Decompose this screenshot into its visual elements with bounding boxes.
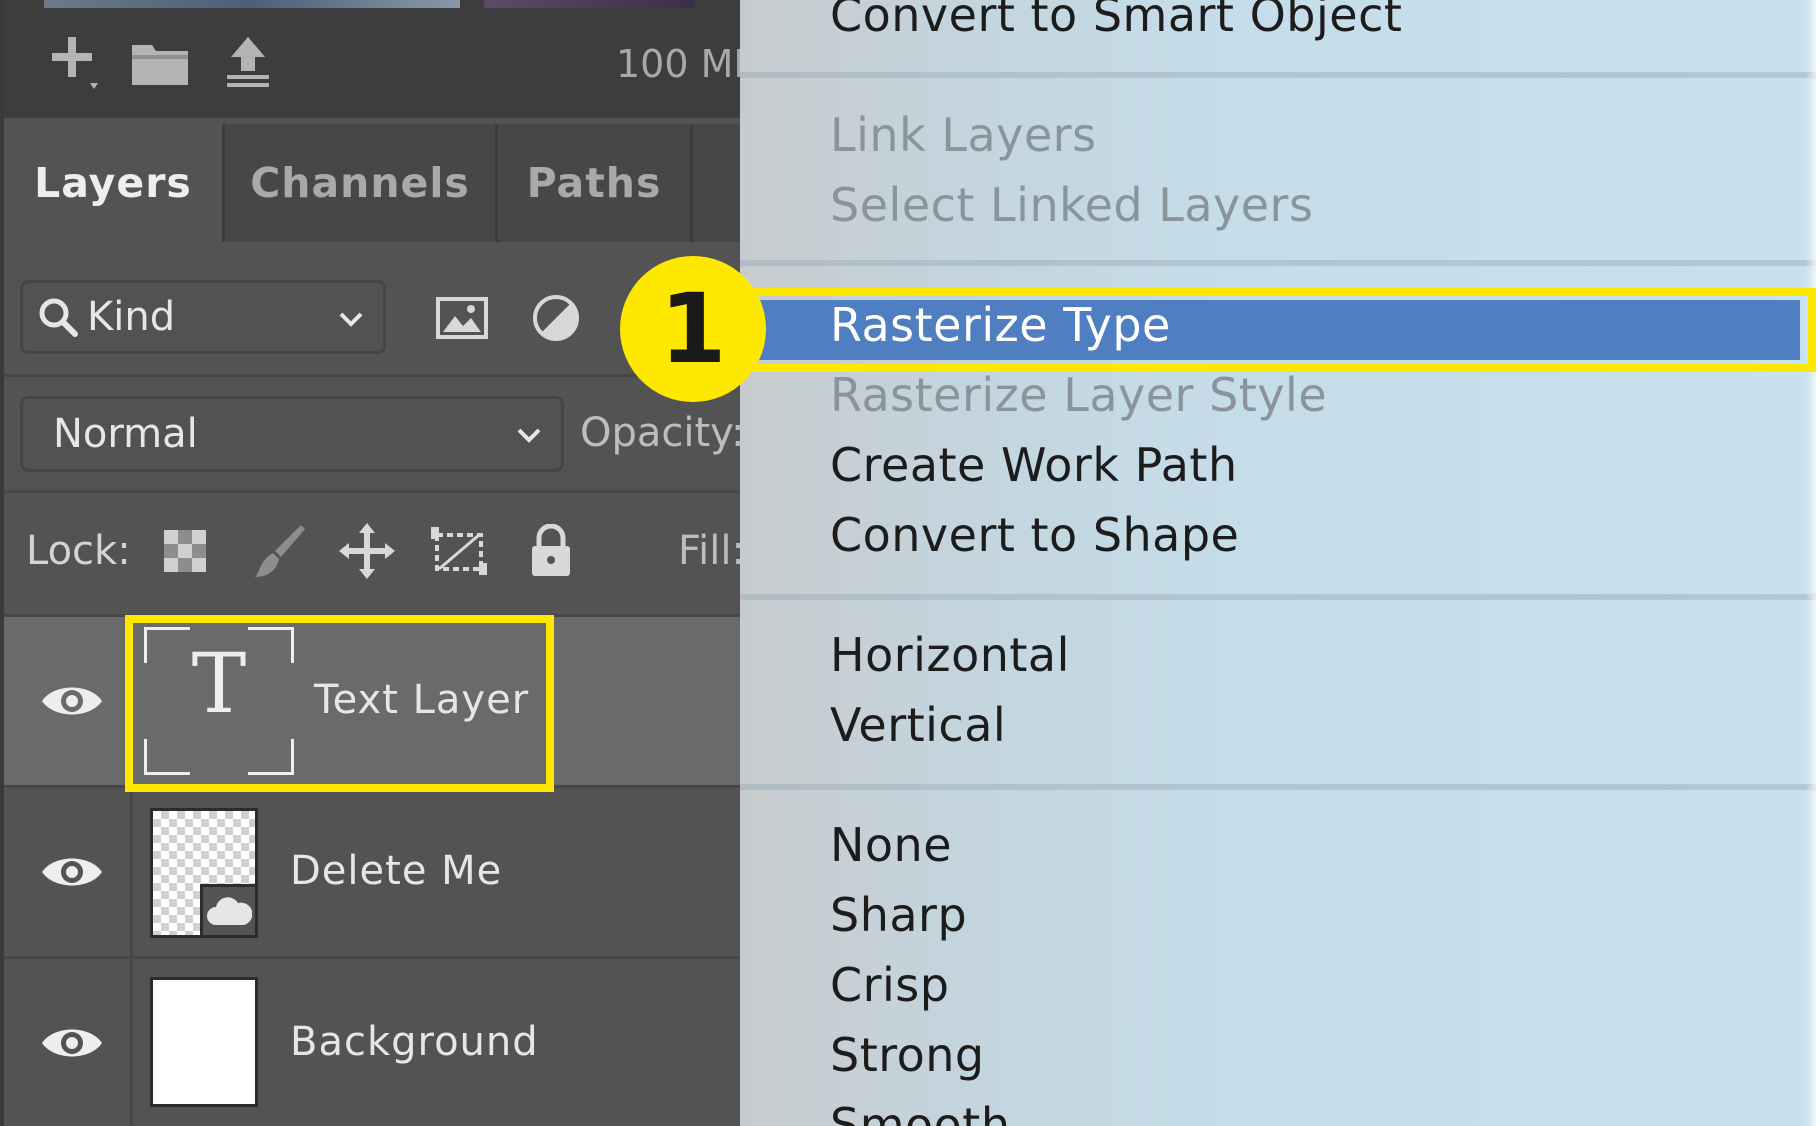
visibility-column-divider [130, 788, 133, 956]
menu-item-convert-to-smart-object[interactable]: Convert to Smart Object [830, 0, 1402, 42]
menu-item-strong[interactable]: Strong [830, 1028, 985, 1082]
menu-separator [740, 260, 1816, 266]
document-thumbnail-strip [484, 0, 694, 8]
blend-mode-select[interactable]: Normal [20, 396, 564, 472]
eye-icon[interactable] [40, 848, 104, 896]
chevron-down-icon [339, 312, 363, 327]
visibility-column-divider [130, 959, 133, 1126]
lock-all-icon[interactable] [516, 516, 586, 586]
step-number-badge: 1 [620, 256, 766, 402]
lock-position-icon[interactable] [332, 516, 402, 586]
fill-label: Fill: [678, 528, 740, 574]
divider [4, 490, 740, 493]
layer-name: Delete Me [290, 848, 503, 894]
menu-item-horizontal[interactable]: Horizontal [830, 628, 1070, 682]
image-filter-icon[interactable] [430, 286, 494, 350]
selected-layer-highlight-box [125, 615, 554, 792]
lock-image-pixels-icon[interactable] [244, 516, 314, 586]
folder-icon[interactable] [130, 28, 190, 98]
upload-icon[interactable] [218, 28, 278, 98]
lock-transparent-pixels-icon[interactable] [150, 516, 220, 586]
context-menu: Convert to Smart Object Link Layers Sele… [740, 0, 1816, 1126]
panel-top-toolbar: 100 MB [4, 0, 740, 118]
search-icon [39, 298, 78, 337]
menu-item-smooth[interactable]: Smooth [830, 1098, 1011, 1126]
panel-tabs: Layers Channels Paths [4, 124, 740, 242]
menu-item-link-layers[interactable]: Link Layers [830, 108, 1097, 162]
layers-panel: 100 MB Layers Channels Paths Kind Normal… [0, 0, 740, 1126]
blend-mode-value: Normal [53, 411, 198, 457]
menu-separator [740, 784, 1816, 790]
menu-item-sharp[interactable]: Sharp [830, 888, 967, 942]
rasterize-type-highlight-box [740, 288, 1816, 372]
tab-layers[interactable]: Layers [4, 124, 222, 242]
storage-label: 100 MB [616, 42, 740, 86]
layer-row-background[interactable]: Background [4, 959, 740, 1126]
layer-name: Background [290, 1019, 539, 1065]
tab-divider [690, 124, 693, 242]
divider [4, 374, 740, 377]
menu-item-none[interactable]: None [830, 818, 952, 872]
kind-filter-select[interactable]: Kind [20, 280, 386, 354]
lock-artboard-icon[interactable] [424, 516, 494, 586]
menu-item-crisp[interactable]: Crisp [830, 958, 949, 1012]
adjustment-filter-icon[interactable] [524, 286, 588, 350]
cloud-icon [200, 884, 258, 938]
menu-item-create-work-path[interactable]: Create Work Path [830, 438, 1238, 492]
layer-row-delete-me[interactable]: Delete Me [4, 788, 740, 956]
menu-item-select-linked-layers[interactable]: Select Linked Layers [830, 178, 1313, 232]
menu-separator [740, 594, 1816, 600]
menu-item-convert-to-shape[interactable]: Convert to Shape [830, 508, 1239, 562]
menu-separator [740, 72, 1816, 78]
layer-thumbnail [150, 977, 258, 1107]
menu-item-rasterize-layer-style[interactable]: Rasterize Layer Style [830, 368, 1327, 422]
opacity-label: Opacity: [580, 410, 740, 456]
tab-paths[interactable]: Paths [498, 124, 690, 242]
document-thumbnail-strip [44, 0, 460, 8]
kind-filter-label: Kind [87, 294, 176, 340]
plus-icon[interactable] [44, 28, 104, 98]
lock-label: Lock: [26, 528, 131, 574]
eye-icon[interactable] [40, 677, 104, 725]
chevron-down-icon [517, 428, 541, 443]
menu-item-vertical[interactable]: Vertical [830, 698, 1006, 752]
eye-icon[interactable] [40, 1019, 104, 1067]
tab-channels[interactable]: Channels [225, 124, 495, 242]
layer-thumbnail [150, 808, 258, 938]
